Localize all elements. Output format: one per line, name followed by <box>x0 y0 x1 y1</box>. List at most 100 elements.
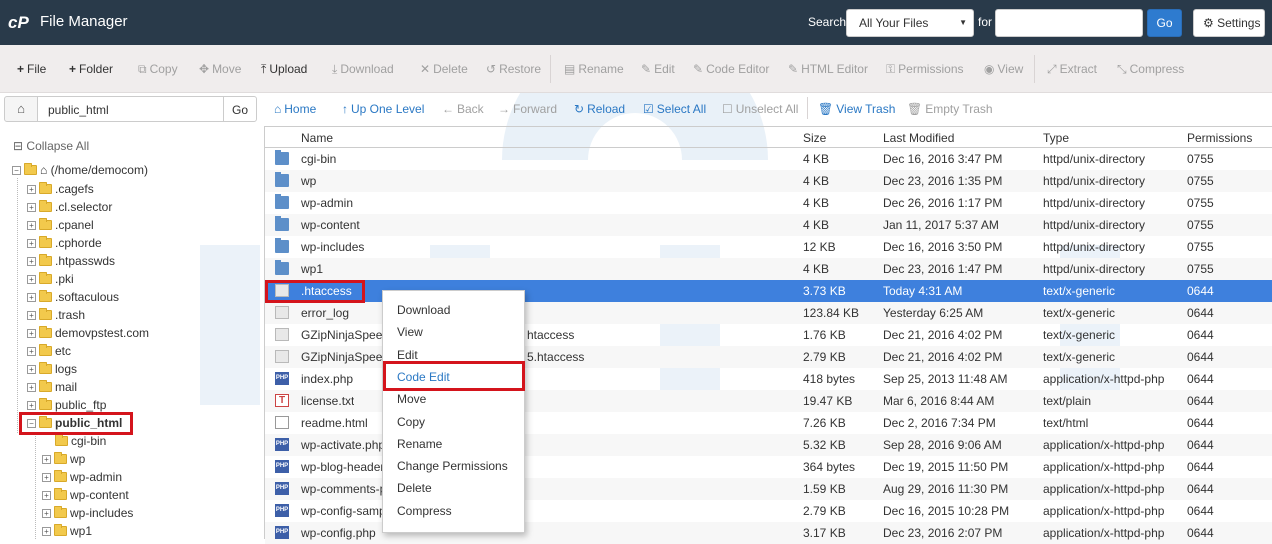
select-all-button[interactable]: ☑ Select All <box>643 102 706 116</box>
expand-toggle-icon[interactable]: + <box>27 293 36 302</box>
edit-button[interactable]: ✎ Edit <box>641 62 675 76</box>
expand-toggle-icon[interactable]: + <box>27 203 36 212</box>
folder-icon <box>39 254 52 266</box>
context-menu-item[interactable]: Download <box>397 303 450 317</box>
expand-toggle-icon[interactable]: + <box>27 329 36 338</box>
restore-button[interactable]: ↺ Restore <box>486 62 541 76</box>
expand-toggle-icon[interactable]: + <box>42 455 51 464</box>
view-trash-button[interactable]: 🗑 View Trash <box>818 102 895 116</box>
context-menu-item[interactable]: Move <box>397 392 426 406</box>
col-size-header[interactable]: Size <box>803 131 826 145</box>
extract-button[interactable]: ⤢ Extract <box>1047 62 1097 77</box>
text-file-icon <box>275 306 289 319</box>
context-menu-item[interactable]: Compress <box>397 504 452 518</box>
tree-item[interactable]: + .softaculous <box>27 290 119 308</box>
new-folder-button[interactable]: + Folder <box>69 62 113 76</box>
tree-item[interactable]: + wp-includes <box>42 506 133 524</box>
key-icon: ⚿ <box>886 62 896 76</box>
move-button[interactable]: ✥ Move <box>199 62 241 76</box>
context-menu-item[interactable]: Change Permissions <box>397 459 508 473</box>
expand-toggle-icon[interactable]: + <box>42 527 51 536</box>
download-button[interactable]: ⤓ Download <box>332 62 394 77</box>
tree-item[interactable]: + demovpstest.com <box>27 326 149 344</box>
permissions-button[interactable]: ⚿ Permissions <box>886 62 964 77</box>
expand-toggle-icon[interactable]: + <box>27 221 36 230</box>
delete-button[interactable]: ✕ Delete <box>420 62 468 76</box>
tree-item[interactable]: + wp1 <box>42 524 92 542</box>
search-input[interactable] <box>995 9 1143 37</box>
reload-button[interactable]: ↻ Reload <box>574 102 625 116</box>
tree-item[interactable]: + .pki <box>27 272 74 290</box>
settings-button[interactable]: ⚙ Settings <box>1193 9 1265 37</box>
view-button[interactable]: ◉ View <box>984 62 1023 76</box>
tree-item[interactable]: + logs <box>27 362 77 380</box>
back-button[interactable]: ← Back <box>442 102 484 116</box>
expand-toggle-icon[interactable]: + <box>27 401 36 410</box>
tree-item[interactable]: + etc <box>27 344 71 362</box>
table-row[interactable]: wp-content 4 KB Jan 11, 2017 5:37 AM httpd/… <box>265 214 1272 236</box>
empty-trash-button[interactable]: 🗑 Empty Trash <box>907 102 993 116</box>
expand-toggle-icon[interactable]: + <box>27 383 36 392</box>
context-menu-item[interactable]: Delete <box>397 481 432 495</box>
table-row[interactable]: cgi-bin 4 KB Dec 16, 2016 3:47 PM httpd/uni… <box>265 148 1272 170</box>
tree-item[interactable]: + .cl.selector <box>27 200 112 218</box>
expand-toggle-icon[interactable]: + <box>27 257 36 266</box>
context-menu-item[interactable]: Copy <box>397 415 425 429</box>
upload-button[interactable]: ⤒ Upload <box>261 62 307 77</box>
unselect-all-button[interactable]: ☐ Unselect All <box>722 102 798 116</box>
tree-item[interactable]: + mail <box>27 380 77 398</box>
file-modified: Dec 16, 2016 3:47 PM <box>883 152 1003 166</box>
file-name: wp-comments-po <box>301 482 394 496</box>
path-go-button[interactable]: Go <box>223 96 257 122</box>
forward-button[interactable]: → Forward <box>498 102 557 116</box>
expand-toggle-icon[interactable]: + <box>42 473 51 482</box>
code-editor-button[interactable]: ✎ Code Editor <box>693 62 769 76</box>
copy-button[interactable]: ⧉ Copy <box>138 62 178 77</box>
tree-item[interactable]: + .cagefs <box>27 182 94 200</box>
expand-toggle-icon[interactable]: + <box>42 491 51 500</box>
expand-toggle-icon[interactable]: + <box>42 509 51 518</box>
home-nav-button[interactable]: ⌂ Home <box>274 102 316 116</box>
expand-toggle-icon[interactable]: + <box>27 275 36 284</box>
expand-toggle-icon[interactable]: + <box>27 185 36 194</box>
new-file-button[interactable]: + File <box>17 62 46 76</box>
tree-item[interactable]: + wp-content <box>42 488 129 506</box>
context-menu-item[interactable]: View <box>397 325 423 339</box>
table-row[interactable]: wp-admin 4 KB Dec 26, 2016 1:17 PM httpd/un… <box>265 192 1272 214</box>
expand-toggle-icon[interactable]: + <box>27 311 36 320</box>
html-editor-button[interactable]: ✎ HTML Editor <box>788 62 868 76</box>
col-modified-header[interactable]: Last Modified <box>883 131 954 145</box>
tree-item[interactable]: cgi-bin <box>55 434 106 452</box>
collapse-all-button[interactable]: ⊟ Collapse All <box>13 139 89 153</box>
col-name-header[interactable]: Name <box>301 131 333 145</box>
tree-item[interactable]: + .trash <box>27 308 85 326</box>
context-menu-item[interactable]: Edit <box>397 348 418 362</box>
compress-button[interactable]: ⤡ Compress <box>1117 62 1184 77</box>
checkbox-empty-icon: ☐ <box>722 102 733 116</box>
table-row[interactable]: wp-includes 12 KB Dec 16, 2016 3:50 PM http… <box>265 236 1272 258</box>
expand-toggle-icon[interactable]: + <box>27 239 36 248</box>
col-type-header[interactable]: Type <box>1043 131 1069 145</box>
tree-item[interactable]: + .cpanel <box>27 218 94 236</box>
context-menu-item[interactable]: Rename <box>397 437 442 451</box>
rename-button[interactable]: ▤ Rename <box>564 62 624 76</box>
folder-icon <box>39 200 52 212</box>
search-scope-select[interactable]: All Your Files ▼ <box>846 9 974 37</box>
collapse-toggle-icon[interactable]: − <box>12 166 21 175</box>
path-input[interactable]: public_html <box>37 96 224 122</box>
table-row[interactable]: wp 4 KB Dec 23, 2016 1:35 PM httpd/unix-dir… <box>265 170 1272 192</box>
col-permissions-header[interactable]: Permissions <box>1187 131 1252 145</box>
tree-root[interactable]: − ⌂ (/home/democom) <box>12 163 148 181</box>
tree-item[interactable]: + .htpasswds <box>27 254 115 272</box>
tree-item[interactable]: + .cphorde <box>27 236 102 254</box>
expand-toggle-icon[interactable]: + <box>27 365 36 374</box>
up-one-level-button[interactable]: ↑ Up One Level <box>342 102 424 116</box>
table-row[interactable]: wp1 4 KB Dec 23, 2016 1:47 PM httpd/unix-di… <box>265 258 1272 280</box>
expand-toggle-icon[interactable]: + <box>27 347 36 356</box>
tree-item[interactable]: + wp-admin <box>42 470 122 488</box>
tree-item[interactable]: + wp <box>42 452 85 470</box>
close-icon: ✕ <box>420 62 431 76</box>
home-path-button[interactable]: ⌂ <box>4 96 38 122</box>
file-name: wp-blog-header.p <box>301 460 394 474</box>
search-go-button[interactable]: Go <box>1147 9 1182 37</box>
